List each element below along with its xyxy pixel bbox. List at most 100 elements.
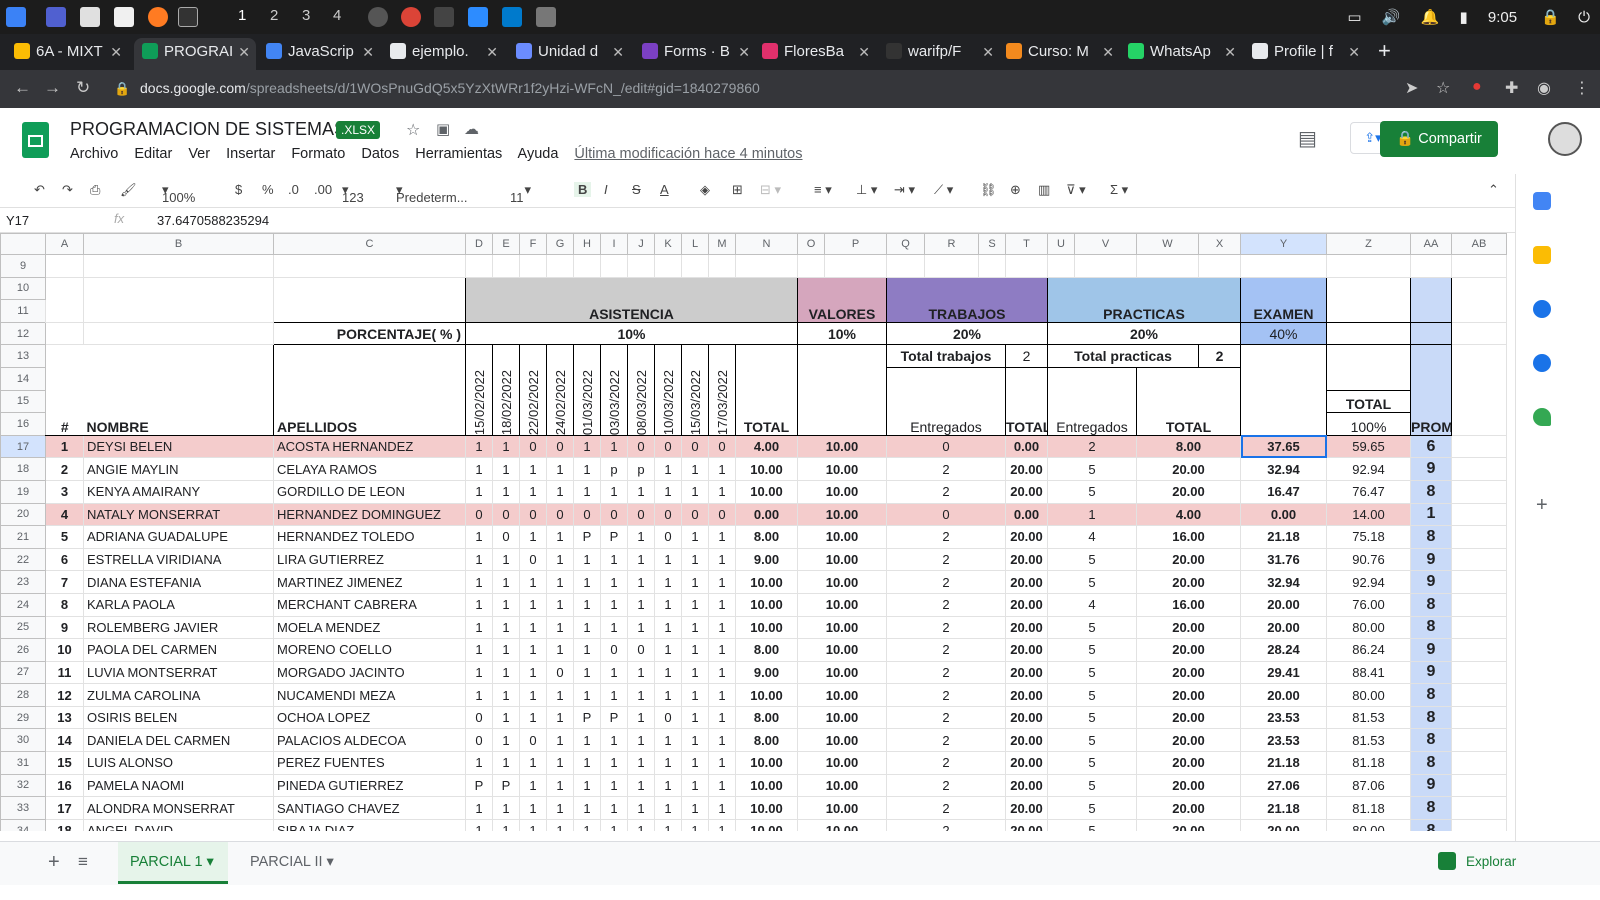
cell[interactable] <box>1074 254 1137 278</box>
trabajos-total[interactable]: 20.00 <box>1005 570 1048 594</box>
student-number[interactable]: 14 <box>45 728 84 753</box>
student-surname[interactable]: CELAYA RAMOS <box>273 457 466 481</box>
attendance-total[interactable]: 8.00 <box>735 525 798 549</box>
attendance-cell[interactable]: 1 <box>627 773 655 798</box>
student-surname[interactable]: MORENO COELLO <box>273 638 466 662</box>
column-header[interactable]: N <box>735 233 798 255</box>
student-number[interactable]: 13 <box>45 705 84 730</box>
last-modified-link[interactable]: Última modificación hace 4 minutos <box>574 146 802 162</box>
attendance-cell[interactable]: 1 <box>627 683 655 707</box>
attendance-cell[interactable]: 1 <box>519 683 547 707</box>
cell[interactable] <box>1451 773 1507 798</box>
header-promedio-top[interactable] <box>1410 276 1452 323</box>
cell[interactable] <box>492 254 520 278</box>
attendance-cell[interactable]: 0 <box>492 525 520 549</box>
calendar-icon[interactable] <box>1533 192 1551 210</box>
fill-color-icon[interactable]: ◈ <box>700 182 710 198</box>
lock-icon[interactable]: 🔒 <box>1541 9 1560 26</box>
cell[interactable] <box>654 254 682 278</box>
student-name[interactable]: ESTRELLA VIRIDIANA <box>83 547 274 572</box>
screen-icon[interactable]: ▭ <box>1347 9 1361 26</box>
trabajos-entregados[interactable]: 2 <box>886 592 1006 617</box>
move-folder-icon[interactable]: ▣ <box>436 120 450 138</box>
attendance-cell[interactable]: 1 <box>492 615 520 640</box>
cell[interactable] <box>1198 254 1241 278</box>
promedio-score[interactable]: 8 <box>1410 705 1452 730</box>
attendance-cell[interactable]: 1 <box>627 751 655 775</box>
row-header[interactable]: 18 <box>0 457 46 481</box>
attendance-cell[interactable]: 1 <box>600 660 628 685</box>
attendance-cell[interactable]: 1 <box>654 570 682 594</box>
battery-icon[interactable]: ▮ <box>1459 9 1467 26</box>
attendance-cell[interactable]: 0 <box>654 502 682 527</box>
attendance-cell[interactable]: 1 <box>546 592 574 617</box>
cell[interactable] <box>1451 434 1507 459</box>
attendance-cell[interactable]: 1 <box>519 705 547 730</box>
maps-icon[interactable] <box>1533 408 1551 426</box>
trabajos-entregados[interactable]: 2 <box>886 751 1006 775</box>
attendance-cell[interactable]: 1 <box>573 818 601 831</box>
cell[interactable] <box>924 254 979 278</box>
practicas-total[interactable]: 20.00 <box>1136 660 1241 685</box>
cell[interactable] <box>273 276 466 323</box>
practicas-total[interactable]: 20.00 <box>1136 638 1241 662</box>
extension-icon[interactable]: ● <box>1472 78 1482 96</box>
date-header[interactable]: 15/02/2022 <box>465 344 493 436</box>
attendance-cell[interactable]: 1 <box>492 818 520 831</box>
column-header[interactable]: H <box>573 233 601 255</box>
final-total[interactable]: 81.53 <box>1326 728 1411 753</box>
practicas-total[interactable]: 20.00 <box>1136 705 1241 730</box>
cell[interactable] <box>1451 525 1507 549</box>
promedio-score[interactable]: 9 <box>1410 638 1452 662</box>
tab-close-icon[interactable]: ✕ <box>738 38 750 66</box>
column-header[interactable]: K <box>654 233 682 255</box>
student-number[interactable]: 11 <box>45 660 84 685</box>
valores-score[interactable]: 10.00 <box>797 818 887 831</box>
header-practicas[interactable]: PRACTICAS <box>1047 276 1241 323</box>
total-trabajos-label[interactable]: Total trabajos <box>886 344 1006 368</box>
cell[interactable] <box>1047 254 1075 278</box>
attendance-total[interactable]: 10.00 <box>735 751 798 775</box>
grand-total-pct[interactable]: 100% <box>1326 412 1411 436</box>
attendance-cell[interactable]: 1 <box>600 615 628 640</box>
attendance-cell[interactable]: P <box>465 773 493 798</box>
menu-archivo[interactable]: Archivo <box>70 146 118 162</box>
promedio-score[interactable]: 9 <box>1410 773 1452 798</box>
document-title[interactable]: PROGRAMACION DE SISTEMAS <box>70 119 346 140</box>
attendance-cell[interactable]: 1 <box>654 479 682 504</box>
cell[interactable] <box>1326 254 1411 278</box>
apellidos-header[interactable]: APELLIDOS <box>273 344 466 436</box>
attendance-cell[interactable]: 1 <box>465 615 493 640</box>
attendance-cell[interactable]: 1 <box>681 796 709 820</box>
trabajos-total[interactable]: 20.00 <box>1005 525 1048 549</box>
attendance-cell[interactable]: 1 <box>681 570 709 594</box>
text-rotate-icon[interactable]: ⟋ ▾ <box>934 182 953 198</box>
row-header[interactable]: 24 <box>0 592 46 617</box>
final-total[interactable]: 14.00 <box>1326 502 1411 527</box>
valores-score[interactable]: 10.00 <box>797 547 887 572</box>
pct-trabajos[interactable]: 20% <box>886 321 1048 346</box>
column-header[interactable]: L <box>681 233 709 255</box>
browser-tab[interactable]: Unidad d ✕ <box>508 38 630 70</box>
attendance-cell[interactable]: 1 <box>708 479 736 504</box>
workspace-4[interactable]: 4 <box>333 7 341 24</box>
number-format-select[interactable]: 123 ▾ <box>342 182 364 205</box>
cell[interactable] <box>600 254 628 278</box>
cell[interactable] <box>978 254 1006 278</box>
column-header[interactable]: G <box>546 233 574 255</box>
final-total[interactable]: 92.94 <box>1326 457 1411 481</box>
attendance-cell[interactable]: 1 <box>546 479 574 504</box>
cell[interactable] <box>465 254 493 278</box>
student-number[interactable]: 16 <box>45 773 84 798</box>
attendance-cell[interactable]: 1 <box>546 796 574 820</box>
attendance-cell[interactable]: 1 <box>465 592 493 617</box>
attendance-total[interactable]: 10.00 <box>735 479 798 504</box>
attendance-cell[interactable]: 1 <box>573 751 601 775</box>
zoom-icon[interactable] <box>468 7 488 27</box>
practicas-entregados[interactable]: 5 <box>1047 751 1137 775</box>
cell[interactable] <box>45 321 84 346</box>
cell[interactable] <box>546 254 574 278</box>
row-header[interactable]: 14 <box>0 366 46 391</box>
trabajos-total-header[interactable]: TOTAL <box>1005 366 1048 436</box>
column-header[interactable]: AB <box>1451 233 1507 255</box>
